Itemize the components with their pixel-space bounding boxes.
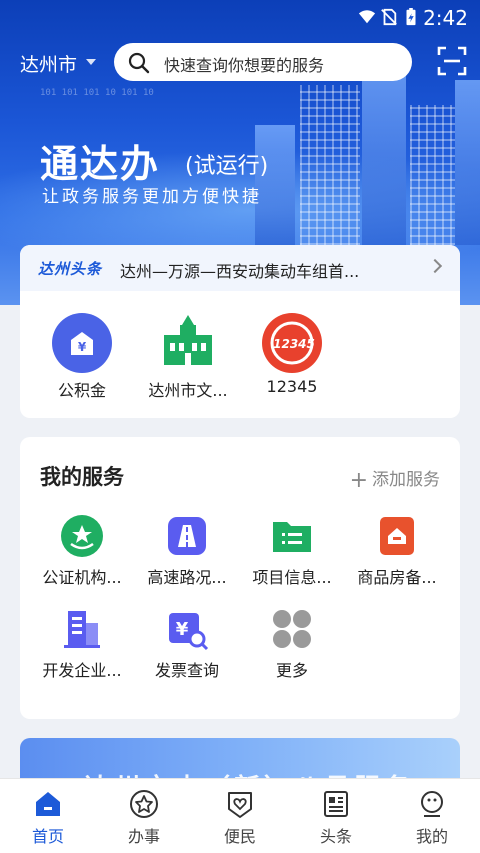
- search-placeholder: 快速查询你想要的服务: [164, 56, 325, 75]
- my-services-title: 我的服务: [40, 465, 124, 489]
- service-label: 更多: [275, 661, 308, 680]
- top-bar: 达州市 快速查询你想要的服务: [0, 40, 480, 84]
- add-service-label: 添加服务: [372, 470, 440, 490]
- highway-icon: [165, 514, 209, 558]
- nav-label: 首页: [31, 827, 64, 846]
- banner-tag: (试运行): [185, 154, 269, 179]
- service-notary[interactable]: 公证机构...: [32, 514, 132, 588]
- svg-text:¥: ¥: [78, 340, 87, 354]
- news-source-logo: 达州头条: [38, 260, 103, 278]
- nav-label: 头条: [319, 827, 352, 846]
- nav-services[interactable]: 办事: [96, 779, 192, 853]
- service-label: 公证机构...: [42, 568, 122, 587]
- profile-icon: [417, 789, 447, 819]
- news-icon: [321, 789, 351, 819]
- quick-app-dazhou-culture[interactable]: 达州市文...: [138, 313, 238, 401]
- city-selector[interactable]: 达州市: [20, 50, 77, 77]
- service-label: 开发企业...: [42, 661, 122, 680]
- service-developer[interactable]: 开发企业...: [32, 607, 132, 681]
- nav-headlines[interactable]: 头条: [288, 779, 384, 853]
- my-services-card: 我的服务 + 添加服务 公证机构... 高速路况... 项目信息... 商品房备.…: [20, 437, 460, 719]
- nav-home[interactable]: 首页: [0, 779, 96, 853]
- status-bar: 2:42: [0, 0, 480, 34]
- banner-subtitle: 让政务服务更加方便快捷: [42, 187, 262, 207]
- quick-app-label: 公积金: [57, 381, 106, 400]
- house-icon: [375, 514, 419, 558]
- svg-text:¥: ¥: [176, 619, 189, 640]
- provident-fund-icon: ¥: [52, 313, 112, 373]
- sim-off-icon: [381, 8, 397, 26]
- building-icon: [158, 313, 218, 373]
- service-more[interactable]: 更多: [242, 607, 342, 681]
- svg-text:12345: 12345: [273, 337, 315, 351]
- caret-down-icon[interactable]: [86, 59, 96, 65]
- wifi-icon: [358, 10, 376, 24]
- news-ticker[interactable]: 达州头条 达州—万源—西安动集动车组首...: [20, 245, 460, 291]
- battery-icon: [406, 8, 416, 26]
- star-icon: [129, 789, 159, 819]
- quick-apps-card: 达州头条 达州—万源—西安动集动车组首... ¥ 公积金 达州市文... 123…: [20, 245, 460, 418]
- service-project-info[interactable]: 项目信息...: [242, 514, 342, 588]
- nav-label: 我的: [415, 827, 448, 846]
- more-icon: [270, 607, 314, 651]
- service-highway[interactable]: 高速路况...: [137, 514, 237, 588]
- service-house-record[interactable]: 商品房备...: [347, 514, 447, 588]
- service-label: 高速路况...: [147, 568, 227, 587]
- scan-icon[interactable]: [437, 46, 467, 76]
- search-bar[interactable]: 快速查询你想要的服务: [114, 43, 412, 81]
- service-label: 商品房备...: [357, 568, 437, 587]
- news-headline[interactable]: 达州—万源—西安动集动车组首...: [120, 258, 359, 282]
- bottom-nav: 首页 办事 便民 头条 我的: [0, 778, 480, 853]
- folder-list-icon: [270, 514, 314, 558]
- nav-convenience[interactable]: 便民: [192, 779, 288, 853]
- banner-building: [410, 105, 455, 245]
- quick-app-label: 12345: [266, 377, 318, 396]
- search-icon: [128, 52, 150, 74]
- banner-building: [362, 60, 406, 245]
- service-invoice-search[interactable]: ¥ 发票查询: [137, 607, 237, 681]
- notary-icon: [60, 514, 104, 558]
- nav-label: 便民: [223, 827, 256, 846]
- banner-code-text: 101 101 101 10 101 10: [40, 88, 154, 98]
- plus-icon: +: [349, 468, 368, 493]
- nav-profile[interactable]: 我的: [384, 779, 480, 853]
- hotline-12345-icon: 12345: [262, 313, 322, 373]
- nav-label: 办事: [127, 827, 160, 846]
- banner-title: 通达办: [40, 142, 161, 186]
- quick-app-provident-fund[interactable]: ¥ 公积金: [32, 313, 132, 401]
- banner-building: [300, 85, 360, 245]
- chevron-right-icon[interactable]: [427, 258, 443, 274]
- heart-shield-icon: [225, 789, 255, 819]
- add-service-button[interactable]: + 添加服务: [349, 465, 440, 493]
- status-time: 2:42: [423, 6, 468, 30]
- service-label: 发票查询: [154, 661, 219, 680]
- banner-building: [455, 80, 480, 245]
- quick-app-label: 达州市文...: [148, 381, 228, 400]
- home-icon: [33, 789, 63, 819]
- service-label: 项目信息...: [252, 568, 332, 587]
- invoice-search-icon: ¥: [165, 607, 209, 651]
- quick-app-12345[interactable]: 12345 12345: [242, 313, 342, 396]
- company-icon: [60, 607, 104, 651]
